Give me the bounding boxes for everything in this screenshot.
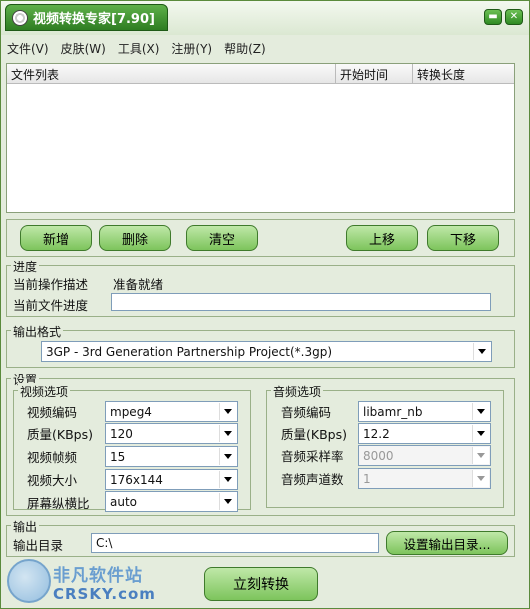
settings-group: 设置 视频选项 视频编码 mpeg4 质量(KBps) 120 视频帧频 15 …: [6, 371, 515, 516]
window-title: 视频转换专家[7.90]: [33, 12, 155, 27]
audio-options-group: 音频选项 音频编码 libamr_nb 质量(KBps) 12.2 音频采样率 …: [266, 383, 504, 508]
chevron-down-icon[interactable]: [219, 471, 236, 488]
audio-quality-select[interactable]: 12.2: [358, 423, 491, 444]
column-file-list[interactable]: 文件列表: [7, 64, 336, 84]
add-button[interactable]: 新增: [20, 225, 92, 251]
progress-group-title: 进度: [11, 258, 40, 275]
menu-help[interactable]: 帮助(Z): [224, 40, 266, 57]
watermark-text-line2: CRSKY.com: [53, 585, 156, 603]
video-quality-value: 120: [110, 426, 133, 441]
minimize-button[interactable]: ▬: [484, 9, 502, 25]
delete-button[interactable]: 删除: [99, 225, 171, 251]
minimize-icon: ▬: [488, 11, 498, 22]
video-quality-select[interactable]: 120: [105, 423, 238, 444]
audio-samplerate-value: 8000: [363, 448, 394, 463]
audio-quality-label: 质量(KBps): [281, 427, 347, 442]
output-dir-input[interactable]: C:\: [91, 533, 379, 553]
audio-codec-label: 音频编码: [281, 405, 332, 420]
current-op-label: 当前操作描述: [13, 277, 89, 292]
video-size-select[interactable]: 176x144: [105, 469, 238, 490]
convert-now-button[interactable]: 立刻转换: [204, 567, 318, 601]
audio-channels-select: 1: [358, 468, 491, 489]
audio-samplerate-label: 音频采样率: [281, 449, 344, 464]
output-title: 输出: [11, 518, 40, 535]
video-size-label: 视频大小: [27, 473, 78, 488]
menu-file[interactable]: 文件(V): [7, 40, 49, 57]
chevron-down-icon[interactable]: [472, 403, 489, 420]
video-size-value: 176x144: [110, 472, 163, 487]
list-button-panel: 新增 删除 清空 上移 下移: [6, 219, 515, 257]
file-list[interactable]: 文件列表 开始时间 转换长度: [6, 63, 515, 213]
video-options-title: 视频选项: [18, 383, 71, 400]
video-codec-label: 视频编码: [27, 405, 78, 420]
audio-samplerate-select: 8000: [358, 445, 491, 466]
current-op-value: 准备就绪: [113, 277, 164, 292]
video-fps-value: 15: [110, 449, 126, 464]
video-codec-value: mpeg4: [110, 404, 152, 419]
video-codec-select[interactable]: mpeg4: [105, 401, 238, 422]
video-fps-label: 视频帧频: [27, 450, 78, 465]
chevron-down-icon[interactable]: [219, 448, 236, 465]
set-output-dir-button[interactable]: 设置输出目录...: [386, 531, 508, 555]
window-title-tab: 视频转换专家[7.90]: [5, 4, 168, 31]
app-window: 视频转换专家[7.90] ▬ ✕ 文件(V) 皮肤(W) 工具(X) 注册(Y)…: [0, 0, 530, 609]
aspect-ratio-select[interactable]: auto: [105, 491, 238, 512]
chevron-down-icon[interactable]: [473, 343, 490, 360]
current-file-progress-label: 当前文件进度: [13, 298, 89, 313]
file-list-header: 文件列表 开始时间 转换长度: [7, 64, 514, 84]
watermark-text-line1: 非凡软件站: [53, 566, 143, 586]
output-format-value: 3GP - 3rd Generation Partnership Project…: [46, 344, 333, 359]
site-watermark: 非凡软件站 CRSKY.com: [7, 557, 167, 607]
move-down-button[interactable]: 下移: [427, 225, 499, 251]
audio-options-title: 音频选项: [271, 383, 324, 400]
aspect-ratio-label: 屏幕纵横比: [27, 496, 90, 511]
menu-bar: 文件(V) 皮肤(W) 工具(X) 注册(Y) 帮助(Z): [1, 37, 529, 59]
chevron-down-icon[interactable]: [219, 493, 236, 510]
chevron-down-icon[interactable]: [219, 425, 236, 442]
output-group: 输出 输出目录 C:\ 设置输出目录...: [6, 518, 515, 557]
video-quality-label: 质量(KBps): [27, 427, 93, 442]
video-options-group: 视频选项 视频编码 mpeg4 质量(KBps) 120 视频帧频 15 视频大…: [13, 383, 251, 512]
output-dir-label: 输出目录: [13, 538, 64, 553]
output-format-select[interactable]: 3GP - 3rd Generation Partnership Project…: [41, 341, 492, 362]
audio-channels-label: 音频声道数: [281, 472, 344, 487]
chevron-down-icon[interactable]: [219, 403, 236, 420]
file-progress-bar: [111, 293, 491, 311]
menu-register[interactable]: 注册(Y): [171, 40, 212, 57]
title-bar: 视频转换专家[7.90] ▬ ✕: [1, 1, 529, 35]
app-film-reel-icon: [12, 9, 28, 26]
column-start-time[interactable]: 开始时间: [336, 64, 413, 84]
output-format-title: 输出格式: [11, 323, 64, 340]
close-icon: ✕: [509, 11, 519, 22]
audio-codec-value: libamr_nb: [363, 404, 423, 419]
audio-codec-select[interactable]: libamr_nb: [358, 401, 491, 422]
chevron-down-icon: [472, 447, 489, 464]
progress-group: 进度 当前操作描述 准备就绪 当前文件进度: [6, 258, 515, 317]
clear-button[interactable]: 清空: [186, 225, 258, 251]
menu-tools[interactable]: 工具(X): [118, 40, 160, 57]
video-fps-select[interactable]: 15: [105, 446, 238, 467]
move-up-button[interactable]: 上移: [346, 225, 418, 251]
menu-skin[interactable]: 皮肤(W): [61, 40, 106, 57]
chevron-down-icon[interactable]: [472, 425, 489, 442]
column-convert-length[interactable]: 转换长度: [413, 64, 509, 84]
aspect-ratio-value: auto: [110, 494, 138, 509]
audio-channels-value: 1: [363, 471, 371, 486]
watermark-logo-icon: [7, 559, 51, 603]
close-button[interactable]: ✕: [505, 9, 523, 25]
audio-quality-value: 12.2: [363, 426, 390, 441]
chevron-down-icon: [472, 470, 489, 487]
output-format-group: 输出格式 3GP - 3rd Generation Partnership Pr…: [6, 323, 515, 368]
